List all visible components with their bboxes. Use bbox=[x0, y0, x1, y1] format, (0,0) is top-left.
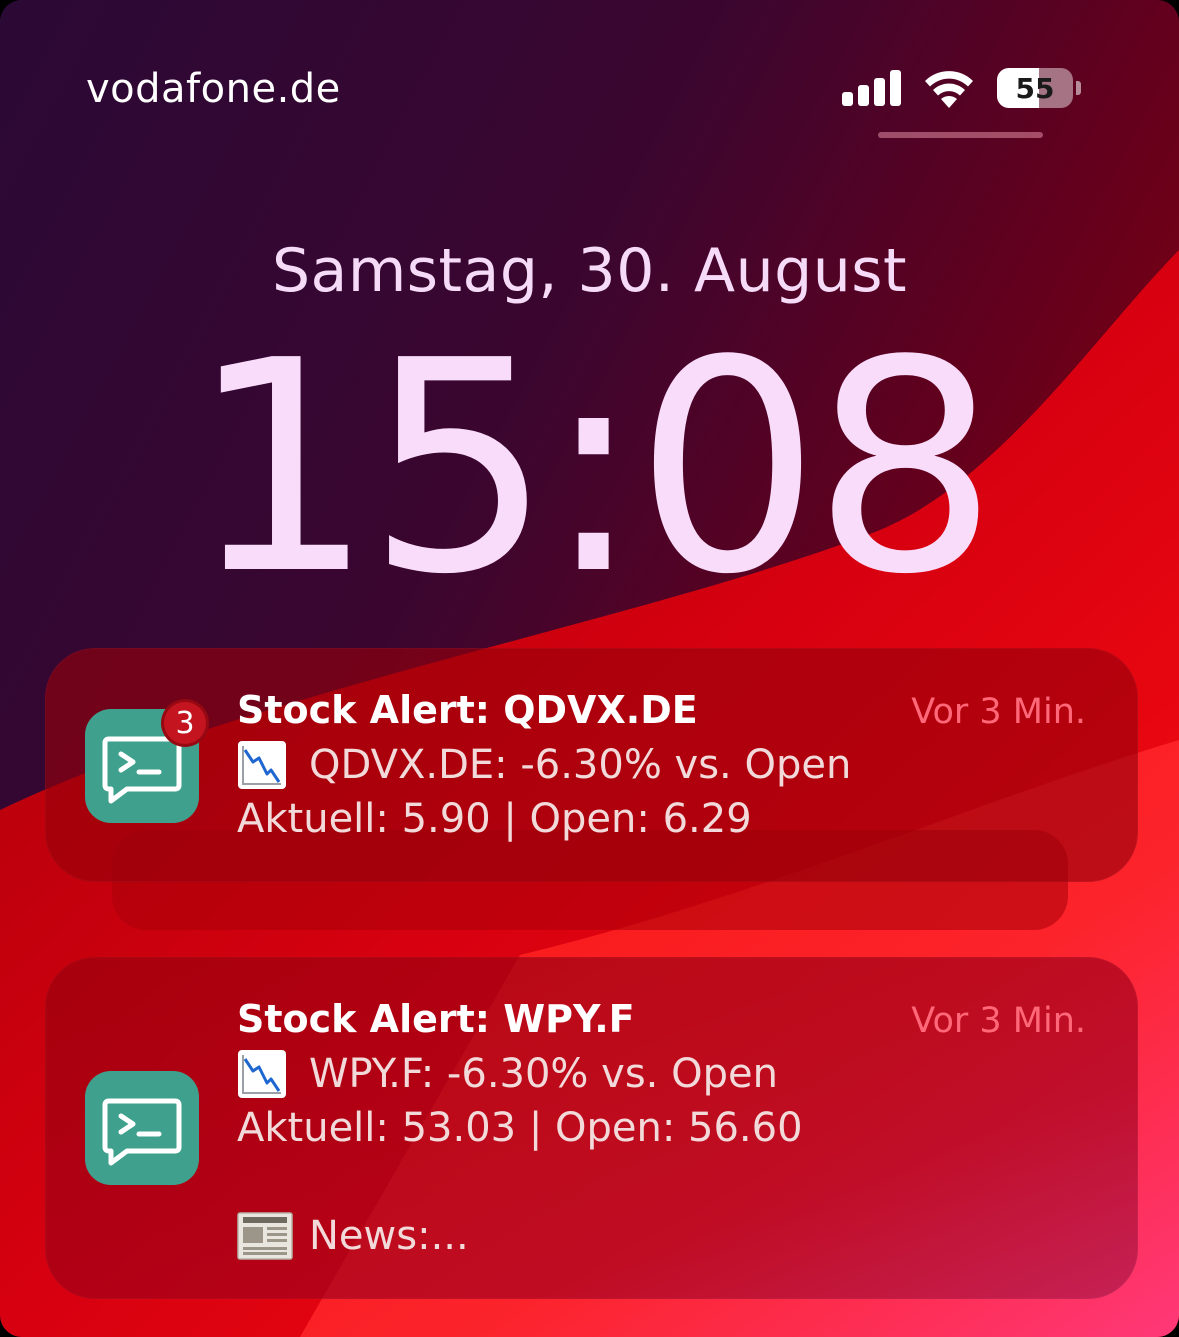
notification-line-2: Aktuell: 53.03 | Open: 56.60 bbox=[237, 1105, 803, 1151]
lock-screen: vodafone.de 55 Samstag, 30. August 15:08 bbox=[0, 0, 1179, 1337]
notification-title: Stock Alert: WPY.F bbox=[237, 997, 635, 1041]
battery-level: 55 bbox=[1015, 71, 1055, 105]
battery-icon: 55 bbox=[997, 68, 1073, 108]
carrier-name: vodafone.de bbox=[86, 66, 341, 112]
notification-line-2: Aktuell: 5.90 | Open: 6.29 bbox=[237, 796, 752, 842]
notification-count-badge: 3 bbox=[161, 699, 209, 747]
notification-qdvx[interactable]: 3 Stock Alert: QDVX.DE Vor 3 Min. QDVX.D… bbox=[45, 648, 1138, 882]
notification-center-indicator[interactable] bbox=[878, 132, 1043, 138]
notification-body: WPY.F: -6.30% vs. Open Aktuell: 53.03 | … bbox=[237, 1047, 803, 1263]
terminal-chat-icon bbox=[102, 1098, 182, 1166]
line-spacer bbox=[237, 1155, 803, 1209]
chart-decreasing-icon bbox=[238, 741, 286, 789]
notification-line-1: WPY.F: -6.30% vs. Open bbox=[309, 1051, 778, 1097]
battery-cap bbox=[1076, 81, 1081, 95]
notification-title: Stock Alert: QDVX.DE bbox=[237, 688, 698, 732]
status-icons: 55 bbox=[842, 66, 1081, 110]
chart-decreasing-icon bbox=[238, 1050, 286, 1098]
lock-date: Samstag, 30. August bbox=[271, 236, 908, 306]
wifi-icon bbox=[925, 71, 973, 108]
lock-time: 15:08 bbox=[188, 298, 999, 638]
notification-line-1: QDVX.DE: -6.30% vs. Open bbox=[309, 742, 852, 788]
newspaper-icon bbox=[237, 1212, 293, 1260]
app-icon bbox=[85, 1071, 199, 1185]
notification-timestamp: Vor 3 Min. bbox=[911, 692, 1086, 732]
notification-wpy[interactable]: Stock Alert: WPY.F Vor 3 Min. WPY.F: -6.… bbox=[45, 957, 1138, 1299]
notification-body: QDVX.DE: -6.30% vs. Open Aktuell: 5.90 |… bbox=[237, 738, 851, 846]
notification-line-3: News:... bbox=[309, 1213, 469, 1259]
notification-timestamp: Vor 3 Min. bbox=[911, 1001, 1086, 1041]
cellular-signal-icon bbox=[842, 70, 901, 106]
